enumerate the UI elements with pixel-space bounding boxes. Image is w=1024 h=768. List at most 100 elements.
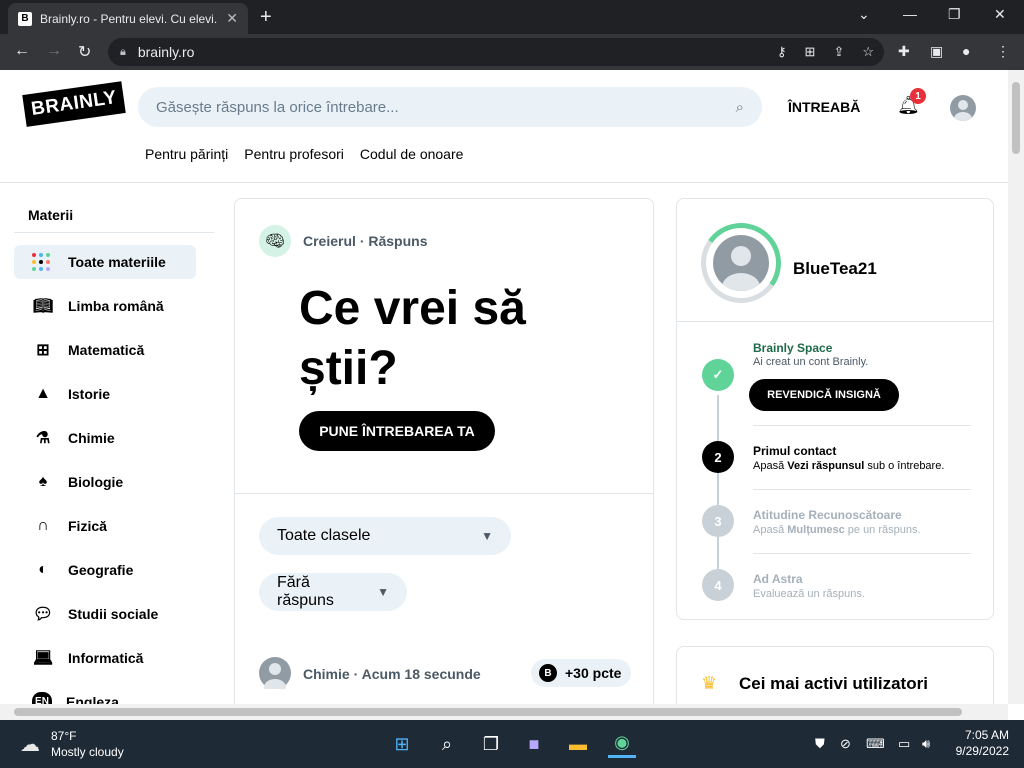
sidebar-item-chemistry[interactable]: ⚗︎ Chimie: [14, 421, 196, 455]
book-icon: 📖︎: [32, 298, 54, 315]
post-meta-separator: ·: [353, 666, 359, 682]
post-time: Acum 18 secunde: [361, 666, 481, 682]
header-divider: [0, 182, 1008, 183]
step-desc: Apasă Mulțumesc pe un răspuns.: [753, 524, 921, 536]
sidebar-item-label: Geografie: [68, 562, 134, 578]
sidebar-item-geography[interactable]: ◐ Geografie: [14, 553, 196, 587]
tab-title: Brainly.ro - Pentru elevi. Cu elevi.: [40, 11, 218, 26]
ask-card: 🧠︎ Creierul · Răspuns Ce vrei să știi? P…: [234, 198, 654, 704]
clock-time[interactable]: 7:05 AM: [955, 728, 1009, 742]
chevron-down-icon: ▼: [481, 529, 493, 543]
step-divider: [753, 553, 971, 554]
step-divider: [753, 489, 971, 490]
points-badge: B +30 pcte: [531, 659, 631, 687]
profile-icon[interactable]: ●: [962, 43, 970, 59]
card-divider: [235, 493, 653, 494]
extensions-icon[interactable]: ✚: [898, 43, 910, 60]
sidepanel-icon[interactable]: ▣: [930, 43, 943, 60]
active-users-card: ♛ Cei mai activi utilizatori: [676, 646, 994, 704]
chrome-icon[interactable]: ◉: [608, 730, 636, 758]
clock-date[interactable]: 9/29/2022: [945, 744, 1009, 758]
sidebar-item-informatics[interactable]: 💻︎ Informatică: [14, 641, 196, 675]
sidebar-item-label: Studii sociale: [68, 606, 159, 622]
subnav-teachers[interactable]: Pentru profesori: [244, 146, 344, 162]
keyboard-icon[interactable]: ⌨: [866, 736, 885, 752]
weather-desc[interactable]: Mostly cloudy: [51, 745, 124, 759]
sidebar-item-history[interactable]: ▲ Istorie: [14, 377, 196, 411]
sidebar-item-social[interactable]: 💬︎ Studii sociale: [14, 597, 196, 631]
post-subject[interactable]: Chimie: [303, 666, 350, 682]
avatar[interactable]: [950, 95, 976, 121]
close-window-icon[interactable]: ✕: [994, 6, 1006, 23]
search-icon[interactable]: ⌕: [433, 730, 461, 758]
security-icon[interactable]: ⛊: [815, 736, 825, 752]
username[interactable]: BlueTea21: [793, 259, 877, 279]
search-input[interactable]: Găsește răspuns la orice întrebare... ⌕: [138, 87, 762, 127]
display-icon[interactable]: ▭: [898, 736, 910, 752]
flask-icon: ⚗︎: [35, 430, 51, 447]
sidebar-item-label: Chimie: [68, 430, 115, 446]
subnav-parents[interactable]: Pentru părinți: [145, 146, 228, 162]
status-select[interactable]: Fără răspuns ▼: [259, 573, 407, 611]
cloud-icon: ☁: [20, 734, 40, 756]
menu-icon[interactable]: ⋮: [996, 43, 1010, 60]
subnav-honor-code[interactable]: Codul de onoare: [360, 146, 464, 162]
history-icon: ▲: [35, 385, 51, 402]
browser-toolbar: ← → ↻ 🔒︎ brainly.ro ⚷ ⊞ ⇪ ☆ ✚ ▣ ● ⋮: [0, 34, 1024, 70]
search-placeholder: Găsește răspuns la orice întrebare...: [156, 98, 399, 116]
volume-icon[interactable]: 🔊︎: [922, 736, 930, 752]
horizontal-scrollbar[interactable]: [0, 704, 1008, 720]
bookmark-star-icon[interactable]: ☆: [862, 44, 874, 60]
mascot-label: Creierul: [303, 233, 356, 249]
active-users-title: Cei mai activi utilizatori: [739, 674, 928, 693]
grade-select[interactable]: Toate clasele ▼: [259, 517, 511, 555]
brainly-logo[interactable]: BRAINLY: [22, 81, 126, 127]
reload-icon[interactable]: ↻: [78, 42, 91, 62]
back-icon[interactable]: ←: [14, 42, 30, 60]
task-view-icon[interactable]: ❐: [477, 730, 505, 758]
tab-search-icon[interactable]: ⌄: [858, 6, 870, 23]
translate-icon[interactable]: ⊞: [805, 44, 816, 60]
step-desc: Apasă Vezi răspunsul sub o întrebare.: [753, 460, 945, 472]
sidebar-item-math[interactable]: ⊞ Matematică: [14, 333, 196, 367]
share-icon[interactable]: ⇪: [833, 44, 844, 60]
scroll-thumb[interactable]: [14, 708, 962, 716]
leaf-icon: ♠: [38, 473, 48, 490]
sidebar-item-romanian[interactable]: 📖︎ Limba română: [14, 289, 196, 323]
network-off-icon[interactable]: ⊘: [840, 736, 851, 752]
notification-badge: 1: [910, 88, 926, 104]
claim-badge-button[interactable]: REVENDICĂ INSIGNĂ: [749, 379, 899, 411]
weather-temp[interactable]: 87°F: [51, 729, 76, 743]
ask-button[interactable]: ÎNTREABĂ: [788, 99, 860, 115]
vertical-scrollbar[interactable]: [1008, 70, 1024, 704]
avatar[interactable]: [713, 235, 769, 291]
mascot-action: Răspuns: [368, 233, 428, 249]
sidebar-item-label: Biologie: [68, 474, 124, 490]
start-icon[interactable]: ⊞: [388, 730, 416, 758]
search-icon[interactable]: ⌕: [736, 99, 744, 116]
sidebar-item-label: Toate materiile: [68, 254, 166, 270]
address-bar[interactable]: 🔒︎ brainly.ro ⚷ ⊞ ⇪ ☆: [108, 38, 884, 66]
new-tab-icon[interactable]: +: [260, 6, 272, 29]
step-title: Ad Astra: [753, 572, 803, 586]
browser-tab[interactable]: B Brainly.ro - Pentru elevi. Cu elevi. ✕: [8, 3, 248, 34]
sidebar-item-all[interactable]: Toate materiile: [14, 245, 196, 279]
file-explorer-icon[interactable]: ▬: [564, 730, 592, 758]
forward-icon[interactable]: →: [46, 42, 62, 60]
scroll-thumb[interactable]: [1012, 82, 1020, 154]
subnav: Pentru părinți Pentru profesori Codul de…: [145, 146, 463, 162]
ask-question-button[interactable]: PUNE ÎNTREBAREA TA: [299, 411, 495, 451]
avatar[interactable]: [259, 657, 291, 695]
step-divider: [753, 425, 971, 426]
chevron-down-icon: ▼: [377, 585, 389, 599]
restore-icon[interactable]: ❐: [948, 6, 961, 23]
page: BRAINLY Găsește răspuns la orice întreba…: [0, 70, 1008, 704]
minimize-icon[interactable]: —: [903, 6, 917, 22]
sidebar-item-physics[interactable]: ∩ Fizică: [14, 509, 196, 543]
step-number: 4: [702, 569, 734, 601]
close-tab-icon[interactable]: ✕: [226, 10, 238, 27]
sidebar-item-biology[interactable]: ♠ Biologie: [14, 465, 196, 499]
sidebar-item-english[interactable]: EN Engleza: [14, 685, 196, 704]
teams-chat-icon[interactable]: ■: [520, 730, 548, 758]
key-icon[interactable]: ⚷: [777, 44, 787, 60]
